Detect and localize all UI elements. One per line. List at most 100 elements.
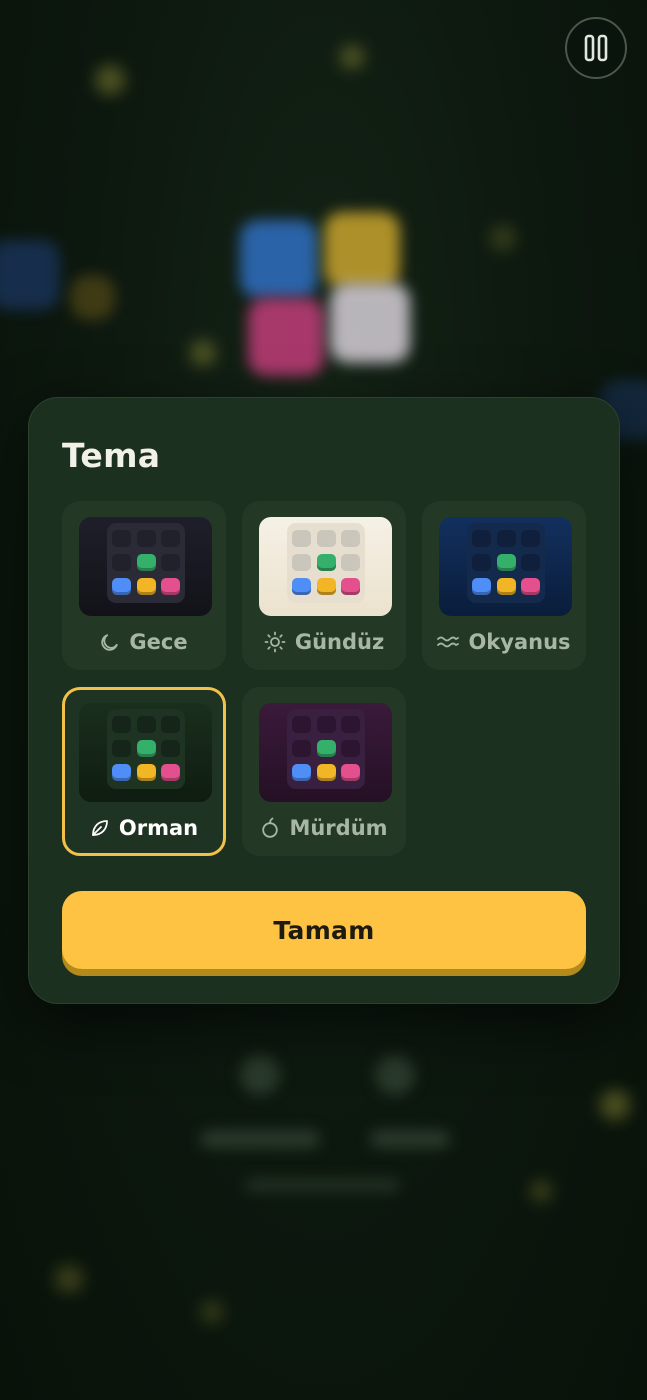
- empty-cell: [112, 530, 131, 547]
- green-tile: [137, 740, 156, 757]
- empty-cell: [472, 530, 491, 547]
- empty-cell: [137, 716, 156, 733]
- empty-cell: [341, 716, 360, 733]
- blurred-light: [490, 225, 516, 251]
- blue-tile: [292, 764, 311, 781]
- blue-tile: [112, 578, 131, 595]
- yellow-tile: [317, 764, 336, 781]
- green-tile: [497, 554, 516, 571]
- empty-cell: [161, 740, 180, 757]
- pause-icon: [584, 34, 608, 62]
- theme-option-gunduz[interactable]: Gündüz: [242, 501, 406, 670]
- blurred-control: [240, 1055, 280, 1095]
- blue-tile: [292, 578, 311, 595]
- blurred-light: [530, 1180, 552, 1202]
- theme-label: Gündüz: [294, 630, 385, 654]
- mini-board: [107, 709, 185, 789]
- empty-cell: [137, 530, 156, 547]
- theme-label-row: Gündüz: [244, 627, 404, 657]
- empty-cell: [112, 740, 131, 757]
- blurred-control: [375, 1055, 415, 1095]
- empty-cell: [341, 740, 360, 757]
- pink-tile: [161, 578, 180, 595]
- ok-button[interactable]: Tamam: [62, 891, 586, 976]
- pink-tile: [521, 578, 540, 595]
- theme-option-orman[interactable]: Orman: [62, 687, 226, 856]
- empty-cell: [112, 716, 131, 733]
- theme-option-murdum[interactable]: Mürdüm: [242, 687, 406, 856]
- blurred-tile: [330, 283, 410, 363]
- pink-tile: [341, 764, 360, 781]
- blurred-light: [55, 1265, 83, 1293]
- empty-cell: [292, 716, 311, 733]
- blue-tile: [112, 764, 131, 781]
- blurred-control: [200, 1130, 320, 1148]
- yellow-tile: [137, 578, 156, 595]
- green-tile: [137, 554, 156, 571]
- ok-button-label: Tamam: [62, 891, 586, 969]
- yellow-tile: [137, 764, 156, 781]
- plum-icon: [262, 817, 279, 838]
- mini-board: [287, 709, 365, 789]
- theme-label: Gece: [129, 630, 188, 654]
- blurred-tile: [240, 220, 318, 298]
- empty-cell: [341, 554, 360, 571]
- theme-preview: [439, 517, 572, 616]
- empty-cell: [161, 554, 180, 571]
- mini-board: [467, 523, 545, 603]
- blurred-light: [340, 45, 364, 69]
- green-tile: [317, 554, 336, 571]
- pause-button[interactable]: [565, 17, 627, 79]
- blurred-light: [200, 1300, 224, 1324]
- empty-cell: [161, 716, 180, 733]
- empty-cell: [292, 530, 311, 547]
- sun-icon: [264, 631, 286, 653]
- theme-dialog: Tema Gece Gündüz Okyanus Orman Mürdüm Ta…: [28, 397, 620, 1004]
- empty-cell: [161, 530, 180, 547]
- mini-board: [287, 523, 365, 603]
- theme-preview: [259, 703, 392, 802]
- blurred-tile: [324, 212, 400, 288]
- pink-tile: [161, 764, 180, 781]
- theme-preview: [79, 517, 212, 616]
- empty-cell: [341, 530, 360, 547]
- dialog-title: Tema: [62, 436, 161, 475]
- green-tile: [317, 740, 336, 757]
- theme-option-gece[interactable]: Gece: [62, 501, 226, 670]
- theme-option-okyanus[interactable]: Okyanus: [422, 501, 586, 670]
- empty-cell: [112, 554, 131, 571]
- theme-label: Okyanus: [468, 630, 571, 654]
- empty-cell: [497, 530, 516, 547]
- waves-icon: [437, 636, 460, 648]
- blurred-light: [600, 1090, 630, 1120]
- blurred-control: [370, 1130, 450, 1148]
- yellow-tile: [497, 578, 516, 595]
- theme-preview: [259, 517, 392, 616]
- theme-label: Mürdüm: [289, 816, 388, 840]
- theme-label-row: Gece: [64, 627, 224, 657]
- empty-cell: [317, 530, 336, 547]
- theme-label-row: Okyanus: [424, 627, 584, 657]
- theme-label: Orman: [118, 816, 199, 840]
- blurred-control: [245, 1178, 400, 1192]
- empty-cell: [317, 716, 336, 733]
- blurred-light: [95, 65, 125, 95]
- blurred-tile: [70, 275, 115, 320]
- empty-cell: [292, 740, 311, 757]
- empty-cell: [521, 554, 540, 571]
- leaf-icon: [91, 820, 108, 836]
- blurred-tile: [248, 298, 324, 376]
- empty-cell: [521, 530, 540, 547]
- empty-cell: [292, 554, 311, 571]
- blurred-light: [190, 340, 216, 366]
- blurred-tile: [0, 240, 60, 310]
- blue-tile: [472, 578, 491, 595]
- yellow-tile: [317, 578, 336, 595]
- empty-cell: [472, 554, 491, 571]
- moon-icon: [101, 634, 119, 651]
- theme-preview: [79, 703, 212, 802]
- pink-tile: [341, 578, 360, 595]
- theme-label-row: Mürdüm: [244, 813, 404, 843]
- theme-label-row: Orman: [65, 813, 223, 843]
- mini-board: [107, 523, 185, 603]
